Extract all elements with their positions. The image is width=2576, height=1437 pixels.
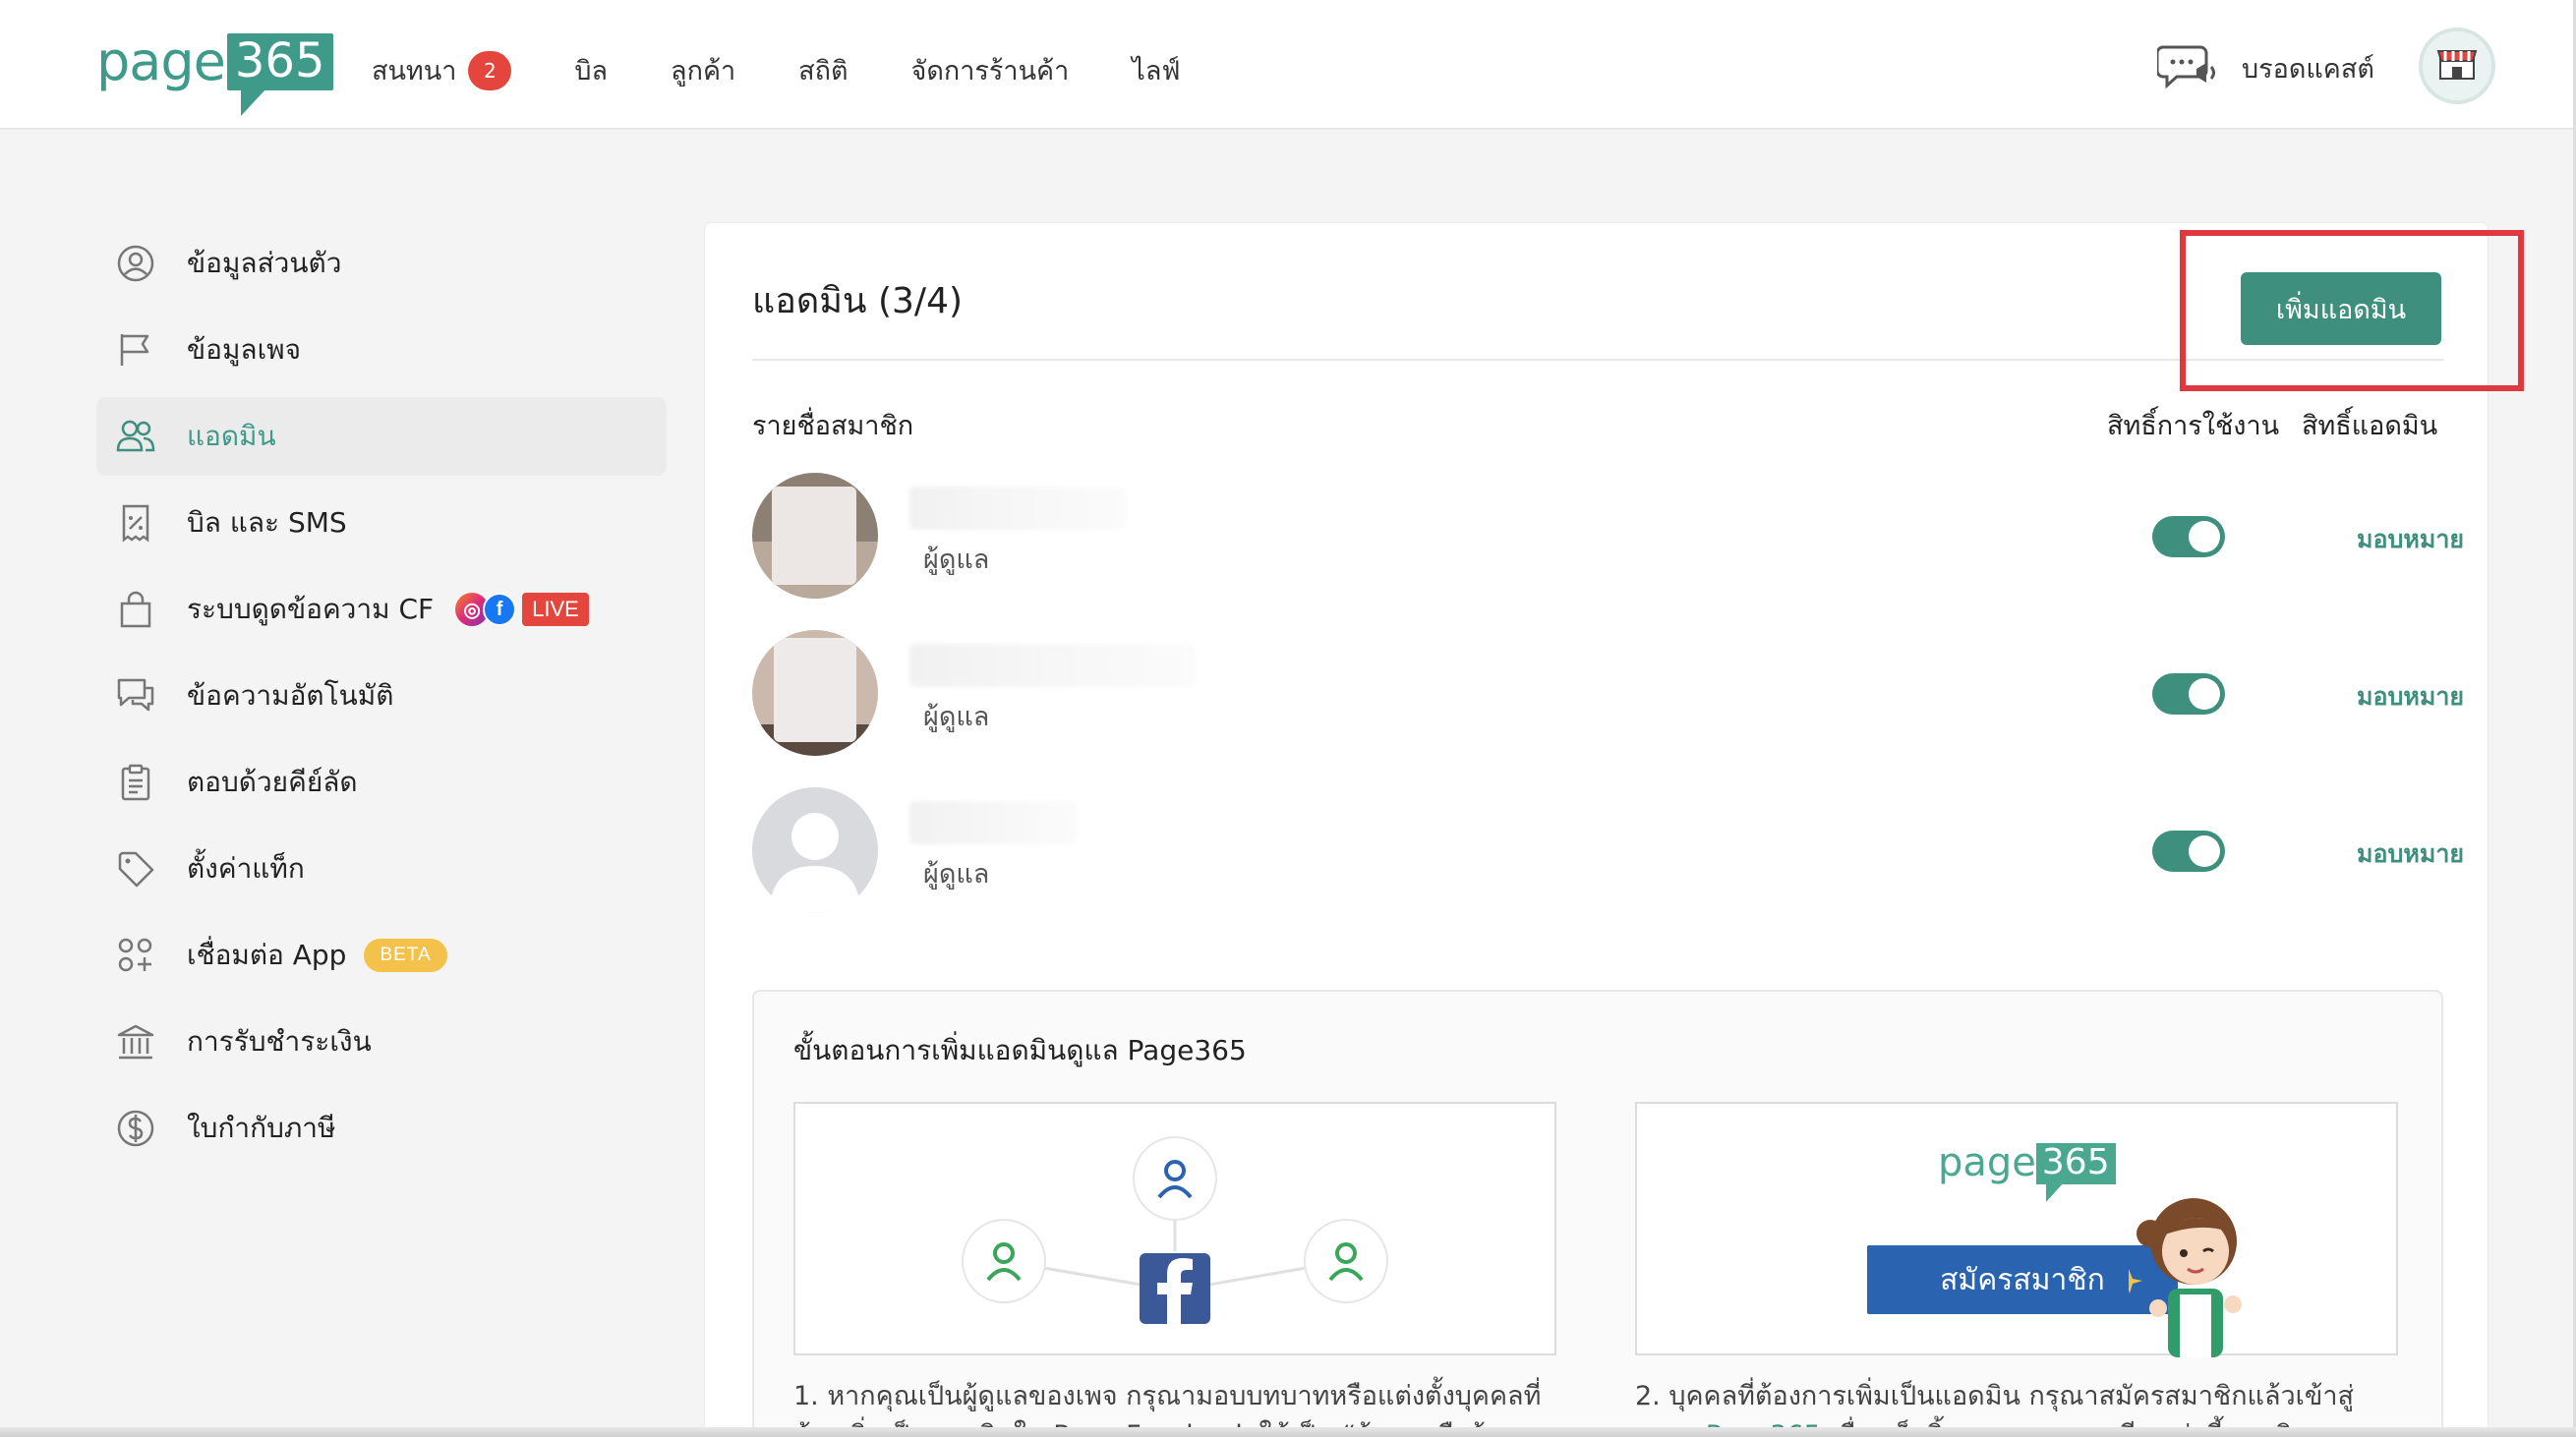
assign-admin-link[interactable]: มอบหมาย: [2357, 520, 2464, 559]
assign-admin-link[interactable]: มอบหมาย: [2357, 834, 2464, 874]
steps-title: ขั้นตอนการเพิ่มแอดมินดูแล Page365: [793, 1034, 1247, 1066]
broadcast-button[interactable]: บรอดแคสต์: [2155, 41, 2374, 94]
nav-customers-label: ลูกค้า: [671, 56, 736, 86]
shopping-bag-icon: [114, 588, 157, 631]
sidebar-item-connect-app[interactable]: เชื่อมต่อ App BETA: [96, 916, 667, 995]
usage-rights-toggle[interactable]: [2152, 516, 2225, 557]
main-nav: สนทนา 2 บิล ลูกค้า สถิติ จัดการร้านค้า ไ…: [372, 49, 1244, 91]
tag-icon: [114, 847, 157, 891]
social-live-chip: ◎ f LIVE: [455, 593, 589, 626]
sidebar-item-auto-message[interactable]: ข้อความอัตโนมัติ: [96, 657, 667, 735]
nav-customers[interactable]: ลูกค้า: [671, 49, 735, 91]
sidebar-item-label: การรับชำระเงิน: [187, 1025, 372, 1058]
usage-rights-column-header: สิทธิ์การใช้งาน: [2107, 411, 2280, 441]
user-circle-icon: [114, 242, 157, 285]
sidebar-item-bills-sms[interactable]: บิล และ SMS: [96, 484, 667, 562]
logo-number: 365: [226, 33, 333, 116]
member-row: ผู้ดูแล มอบหมาย: [752, 787, 2464, 915]
logo-number: 365: [2035, 1143, 2116, 1202]
window-bottom-edge: [0, 1427, 2576, 1437]
member-role: ผู้ดูแล: [923, 545, 990, 575]
receipt-percent-icon: [114, 501, 157, 545]
facebook-icon: f: [483, 593, 517, 626]
step2-illustration: page 365 สมัครสมาชิก: [1635, 1102, 2398, 1357]
member-avatar-placeholder: [752, 787, 878, 913]
sidebar-item-label: บิล และ SMS: [187, 506, 347, 539]
apps-plus-icon: [114, 934, 157, 977]
sidebar-item-page-info[interactable]: ข้อมูลเพจ: [96, 311, 667, 389]
broadcast-label: บรอดแคสต์: [2242, 53, 2374, 85]
add-admin-steps: ขั้นตอนการเพิ่มแอดมินดูแล Page365 1. หาก…: [752, 990, 2443, 1437]
dollar-circle-icon: [114, 1107, 157, 1150]
page365-logo-small: page 365: [1938, 1140, 2116, 1202]
store-avatar[interactable]: [2419, 28, 2495, 104]
sidebar-item-label: ระบบดูดข้อความ CF: [187, 593, 435, 625]
member-name-redacted: [909, 487, 1126, 530]
sidebar-item-label: ข้อมูลเพจ: [187, 333, 302, 366]
member-avatar: [752, 630, 878, 756]
sidebar-item-tag-settings[interactable]: ตั้งค่าแท็ก: [96, 830, 667, 908]
beta-tag: BETA: [364, 939, 447, 972]
nav-bills[interactable]: บิล: [574, 49, 608, 91]
nav-live[interactable]: ไลฟ์: [1132, 49, 1180, 91]
nav-store-management-label: จัดการร้านค้า: [910, 56, 1070, 86]
admin-rights-column-header: สิทธิ์แอดมิน: [2302, 411, 2438, 441]
toggle-knob: [2189, 678, 2220, 710]
nav-store-management[interactable]: จัดการร้านค้า: [911, 49, 1070, 91]
member-role: ผู้ดูแล: [923, 859, 990, 890]
page365-logo[interactable]: page 365: [96, 33, 333, 116]
sidebar-item-label: แอดมิน: [187, 420, 276, 452]
toggle-knob: [2189, 835, 2220, 867]
sidebar-item-admin[interactable]: แอดมิน: [96, 397, 667, 476]
logo-word: page: [1938, 1140, 2036, 1185]
store-front-icon: [2436, 45, 2478, 86]
bank-icon: [114, 1020, 157, 1063]
sidebar-item-profile[interactable]: ข้อมูลส่วนตัว: [96, 224, 667, 303]
step1-illustration: [793, 1102, 1556, 1355]
assign-admin-link[interactable]: มอบหมาย: [2357, 677, 2464, 717]
mascot-girl-illustration: [2129, 1198, 2242, 1357]
chat-bubbles-icon: [114, 674, 157, 718]
member-row: ผู้ดูแล มอบหมาย: [752, 473, 2464, 601]
top-navigation-bar: page 365 สนทนา 2 บิล ลูกค้า สถิติ จัดการ…: [0, 0, 2576, 130]
member-role: ผู้ดูแล: [923, 702, 990, 732]
member-name-redacted: [909, 644, 1195, 687]
usage-rights-toggle[interactable]: [2152, 673, 2225, 715]
toggle-knob: [2189, 521, 2220, 552]
title-divider: [752, 359, 2443, 361]
facebook-admin-diagram: [962, 1136, 1388, 1324]
nav-live-label: ไลฟ์: [1132, 56, 1181, 86]
usage-rights-toggle[interactable]: [2152, 831, 2225, 872]
nav-chat-label: สนทนา: [372, 56, 457, 86]
sidebar-item-tax-invoice[interactable]: ใบกำกับภาษี: [96, 1089, 667, 1168]
logo-word: page: [96, 30, 226, 92]
sidebar-item-label: ตอบด้วยคีย์ลัด: [187, 766, 358, 798]
sidebar-item-label: ตั้งค่าแท็ก: [187, 852, 305, 885]
chat-unread-badge: 2: [468, 50, 512, 90]
users-icon: [114, 415, 157, 458]
live-tag: LIVE: [522, 593, 589, 626]
member-avatar: [752, 473, 878, 599]
sidebar-item-label: ใบกำกับภาษี: [187, 1112, 336, 1144]
clipboard-icon: [114, 761, 157, 804]
nav-statistics[interactable]: สถิติ: [798, 49, 848, 91]
settings-sidebar: ข้อมูลส่วนตัว ข้อมูลเพจ แอดมิน บิล และ S…: [96, 224, 667, 1176]
member-name-redacted: [909, 801, 1077, 844]
sidebar-item-label: เชื่อมต่อ App: [187, 939, 347, 971]
broadcast-megaphone-icon: [2155, 41, 2224, 94]
sidebar-item-label: ข้อมูลส่วนตัว: [187, 247, 342, 279]
flag-icon: [114, 328, 157, 372]
add-admin-button[interactable]: เพิ่มแอดมิน: [2241, 272, 2441, 345]
nav-statistics-label: สถิติ: [798, 56, 849, 86]
admin-card: แอดมิน (3/4) เพิ่มแอดมิน รายชื่อสมาชิก ส…: [704, 222, 2488, 1437]
sidebar-item-payments[interactable]: การรับชำระเงิน: [96, 1003, 667, 1081]
member-row: ผู้ดูแล มอบหมาย: [752, 630, 2464, 758]
sidebar-item-shortcut-reply[interactable]: ตอบด้วยคีย์ลัด: [96, 743, 667, 822]
nav-bills-label: บิล: [574, 56, 609, 86]
nav-chat[interactable]: สนทนา 2: [372, 49, 512, 91]
sidebar-item-cf-capture[interactable]: ระบบดูดข้อความ CF ◎ f LIVE: [96, 570, 667, 649]
sidebar-item-label: ข้อความอัตโนมัติ: [187, 679, 394, 712]
admin-title: แอดมิน (3/4): [752, 281, 964, 321]
members-column-header: รายชื่อสมาชิก: [752, 411, 914, 441]
